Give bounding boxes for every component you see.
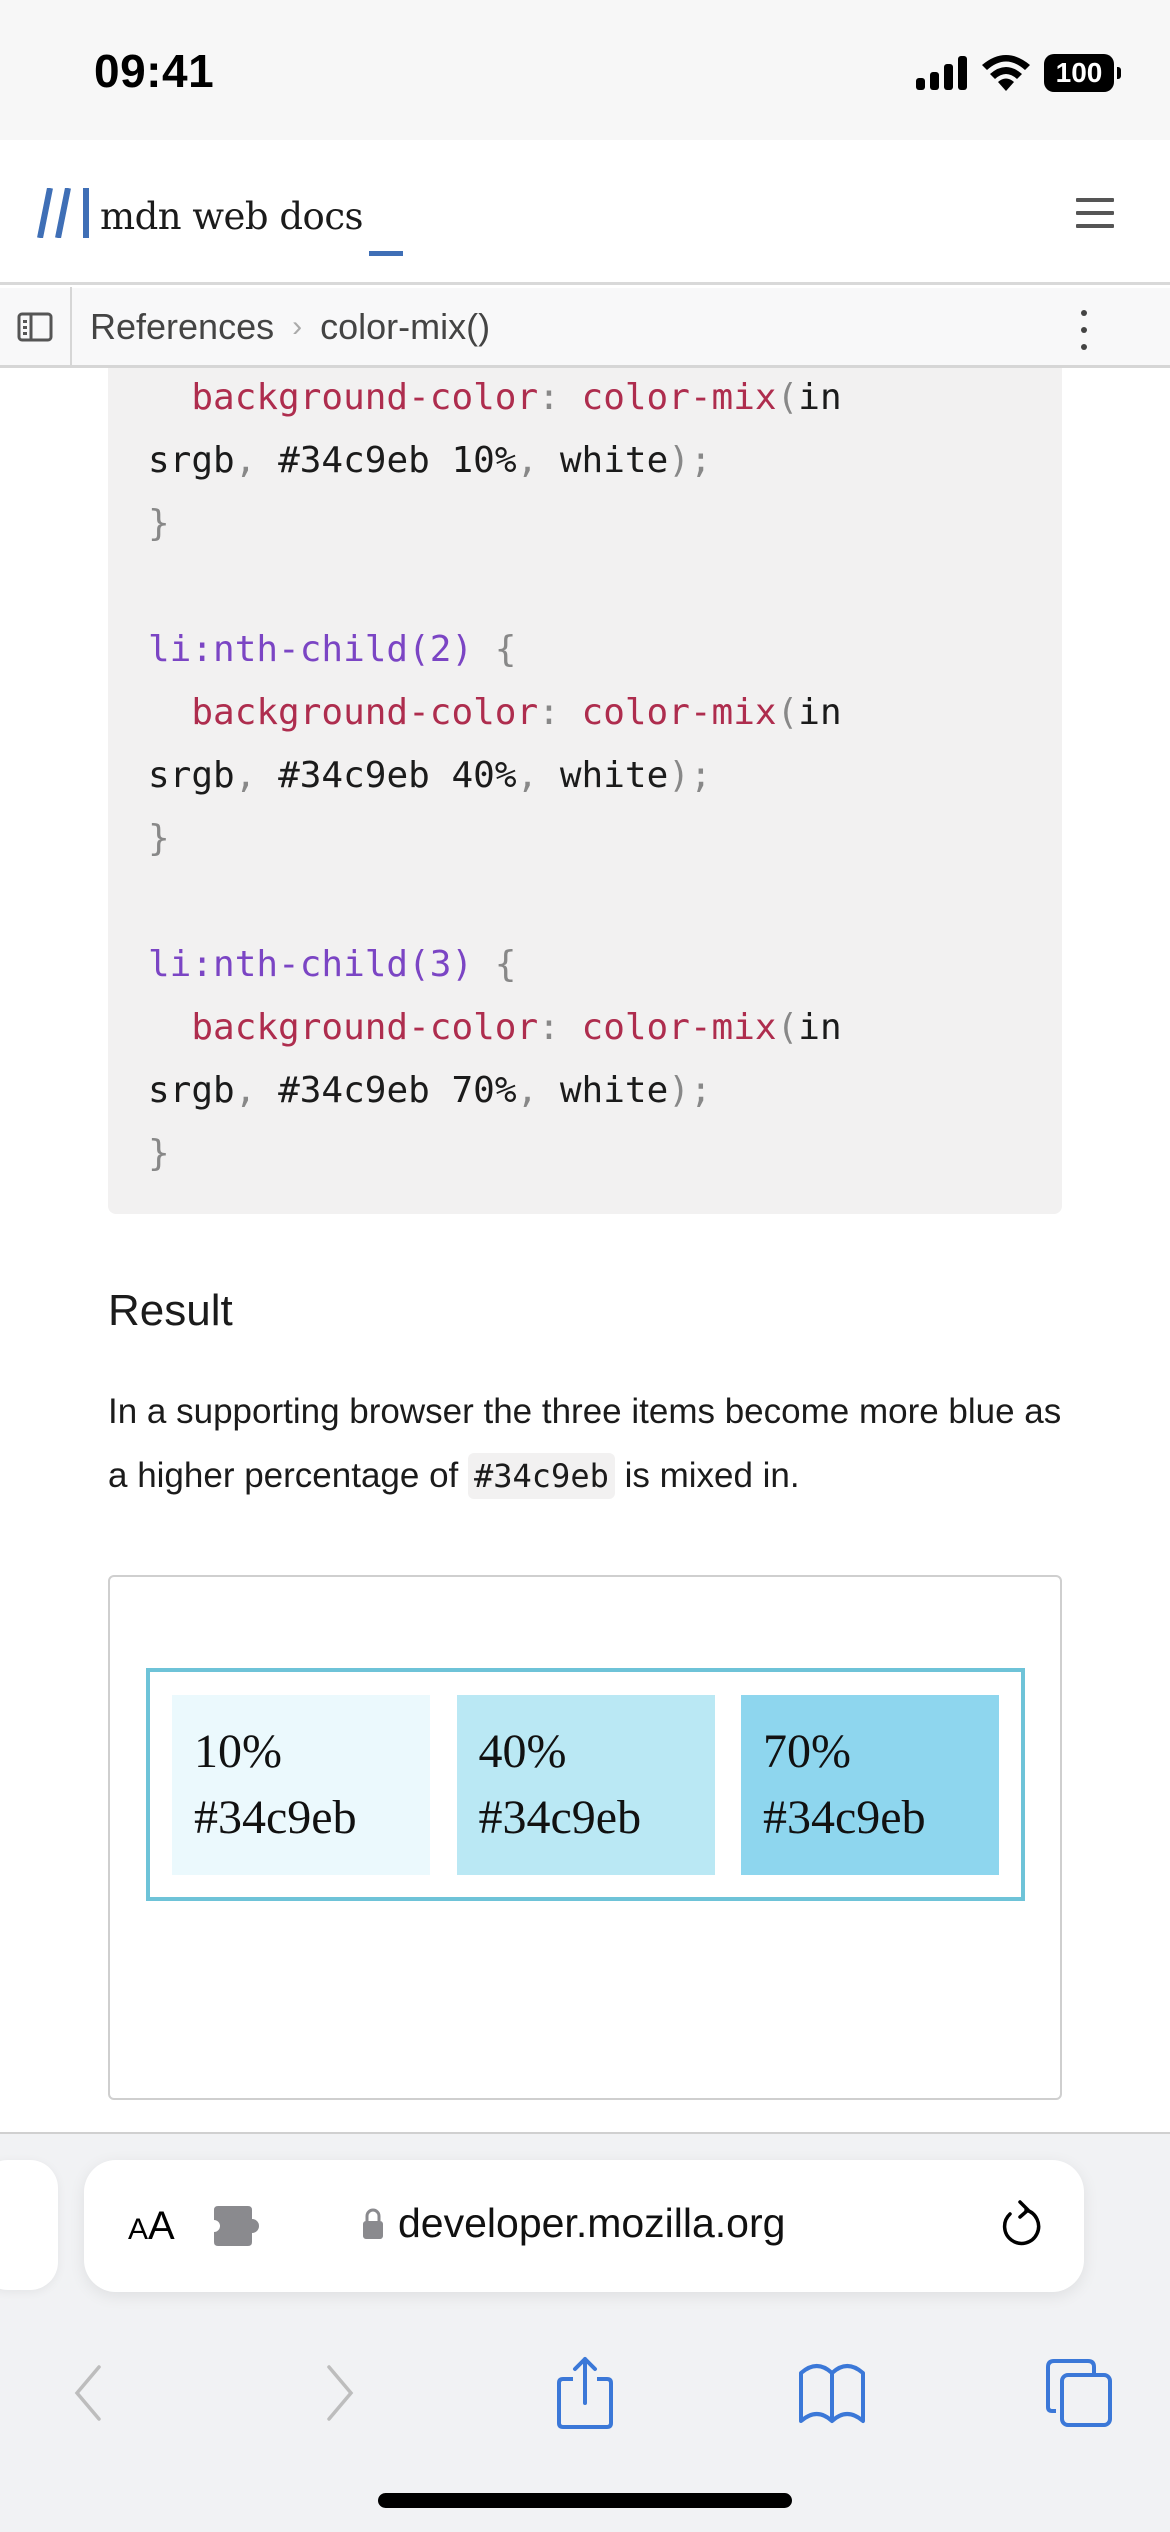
demo-item-percent: 40% [478,1724,567,1778]
breadcrumb-items: References › color-mix() [72,306,490,348]
back-button[interactable] [48,2348,128,2438]
tabs-icon [1046,2359,1112,2427]
cellular-signal-icon [916,56,967,90]
code-line: srgb, #34c9eb 40%, white); [148,755,712,796]
demo-item-color: #34c9eb [763,1790,926,1844]
demo-item-40: 40% #34c9eb [456,1694,715,1875]
sidebar-toggle-button[interactable] [0,286,72,367]
code-line: background-color: color-mix(in [191,377,842,418]
address-bar[interactable]: AA developer.mozilla.org [84,2160,1084,2292]
bookmarks-book-icon [799,2364,865,2423]
share-icon [557,2357,613,2429]
share-button[interactable] [545,2348,625,2438]
code-line: srgb, #34c9eb 70%, white); [148,1070,712,1111]
demo-item-percent: 70% [763,1724,851,1778]
battery-icon: 100 [1044,54,1121,92]
demo-item-70: 70% #34c9eb [741,1694,999,1875]
safari-bottom-bar: AA developer.mozilla.org [0,2132,1170,2532]
reader-settings-button[interactable]: AA [128,2204,175,2249]
demo-item-percent: 10% [194,1724,282,1778]
forward-button[interactable] [300,2348,380,2438]
code-example: background-color: color-mix(in srgb, #34… [108,368,1062,1214]
wifi-icon [982,55,1030,91]
code-line: li:nth-child(2) { [148,629,517,670]
breadcrumb-current[interactable]: color-mix() [320,306,490,348]
status-bar: 09:41 100 [0,0,1170,140]
mdn-logo-link[interactable]: mdn web docs [36,188,404,256]
inline-code: #34c9eb [467,1453,615,1499]
logo-text: mdn web docs [100,195,364,238]
code-line: background-color: color-mix(in [191,692,842,733]
bookmarks-button[interactable] [792,2348,872,2438]
code-line: background-color: color-mix(in [191,1007,842,1048]
mdn-m-logo [37,188,89,238]
breadcrumb-separator: › [292,309,303,343]
reload-icon[interactable] [998,2200,1044,2252]
safari-toolbar [0,2334,1170,2454]
code-line: } [148,503,170,544]
status-time: 09:41 [94,45,215,97]
demo-item-color: #34c9eb [194,1790,357,1844]
sidebar-toggle-icon [17,312,53,341]
logo-cursor [369,251,404,256]
code-line: } [148,1133,170,1174]
breadcrumb: References › color-mix() [0,286,1170,368]
result-description: In a supporting browser the three items … [108,1380,1068,1508]
demo-item-color: #34c9eb [478,1790,642,1844]
demo-list: 10% #34c9eb 40% #34c9eb 70% #34c9eb [146,1668,1025,1901]
hamburger-menu-icon[interactable] [1076,198,1114,228]
puzzle-piece-icon[interactable] [214,2206,266,2246]
breadcrumb-references[interactable]: References [90,306,274,348]
status-icons: 100 [916,54,1121,92]
back-chevron-icon [74,2365,101,2421]
tabs-button[interactable] [1040,2348,1120,2438]
code-line: srgb, #34c9eb 10%, white); [148,440,712,481]
forward-chevron-icon [327,2365,354,2421]
lock-icon [363,2208,383,2239]
code-line: } [148,818,170,859]
battery-level: 100 [1055,57,1103,88]
demo-item-10: 10% #34c9eb [172,1694,430,1875]
url-text: developer.mozilla.org [398,2200,786,2246]
kebab-menu-icon[interactable] [1078,310,1090,350]
url-field[interactable]: developer.mozilla.org [362,2200,785,2247]
site-header: mdn web docs [0,140,1170,285]
code-line: li:nth-child(3) { [148,944,517,985]
result-heading: Result [108,1286,233,1335]
live-result-frame: 10% #34c9eb 40% #34c9eb 70% #34c9eb [108,1575,1062,2100]
home-indicator[interactable] [378,2493,792,2508]
previous-tab-peek[interactable] [0,2160,58,2290]
